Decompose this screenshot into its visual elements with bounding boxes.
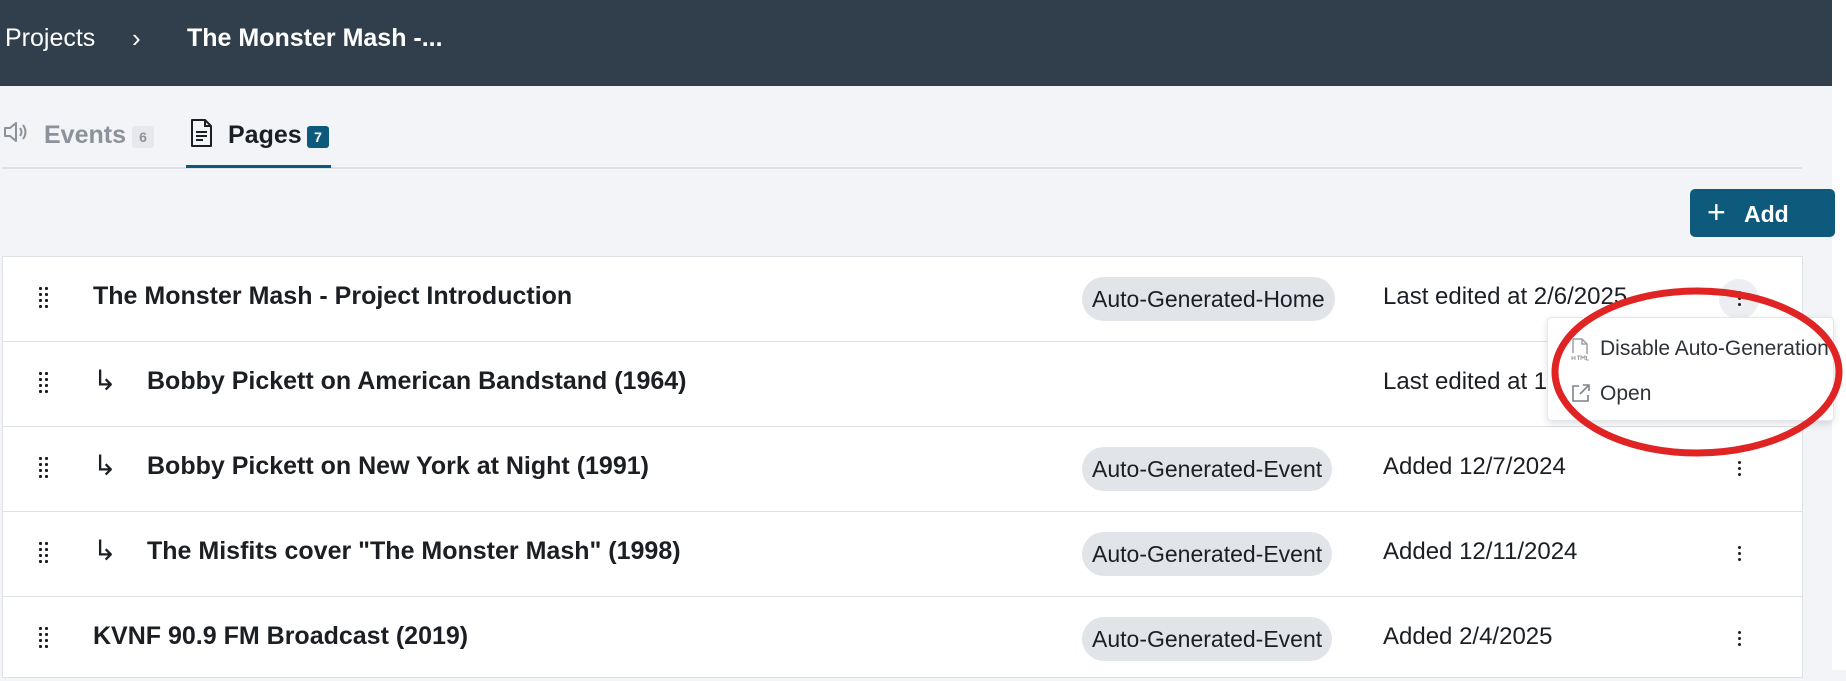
page-status: Last edited at 1 bbox=[1383, 368, 1548, 395]
row-options-menu: Disable Auto-Generation Open bbox=[1547, 317, 1834, 421]
page-status: Last edited at 2/6/2025 bbox=[1383, 283, 1628, 310]
drag-handle-icon[interactable] bbox=[39, 627, 49, 653]
page-status: Added 12/11/2024 bbox=[1383, 538, 1578, 565]
page-type-tag: Auto-Generated-Event bbox=[1082, 447, 1333, 491]
more-options-icon[interactable] bbox=[1719, 534, 1759, 574]
menu-item-disable-auto-generation[interactable]: Disable Auto-Generation bbox=[1548, 325, 1833, 369]
page-title[interactable]: The Misfits cover "The Monster Mash" (19… bbox=[147, 537, 681, 566]
active-tab-indicator bbox=[186, 165, 331, 168]
pages-list: The Monster Mash - Project Introduction … bbox=[2, 256, 1803, 678]
page-type-tag: Auto-Generated-Home bbox=[1082, 277, 1335, 321]
tab-pages-label: Pages bbox=[228, 121, 302, 149]
child-arrow-icon: ↳ bbox=[93, 365, 117, 396]
page-type-tag: Auto-Generated-Event bbox=[1082, 532, 1333, 576]
drag-handle-icon[interactable] bbox=[39, 457, 49, 483]
add-button-label: Add bbox=[1744, 201, 1789, 227]
more-options-icon[interactable] bbox=[1719, 279, 1759, 319]
html-file-icon bbox=[1570, 337, 1590, 366]
page-title[interactable]: Bobby Pickett on New York at Night (1991… bbox=[147, 452, 649, 481]
menu-item-label: Open bbox=[1600, 382, 1652, 405]
list-item[interactable]: ↳ The Misfits cover "The Monster Mash" (… bbox=[3, 512, 1802, 597]
list-item[interactable]: ↳ Bobby Pickett on New York at Night (19… bbox=[3, 427, 1802, 512]
page-title[interactable]: KVNF 90.9 FM Broadcast (2019) bbox=[93, 622, 468, 651]
speaker-icon bbox=[2, 117, 32, 152]
document-icon bbox=[186, 117, 216, 154]
page-title[interactable]: The Monster Mash - Project Introduction bbox=[93, 282, 572, 311]
child-arrow-icon: ↳ bbox=[93, 450, 117, 481]
scrollbar-track bbox=[1832, 0, 1846, 670]
top-bar: Projects › The Monster Mash -... bbox=[0, 0, 1832, 86]
list-item[interactable]: KVNF 90.9 FM Broadcast (2019) Auto-Gener… bbox=[3, 597, 1802, 681]
page-status: Added 2/4/2025 bbox=[1383, 623, 1553, 650]
tab-events-count-badge: 6 bbox=[132, 126, 154, 148]
page-title[interactable]: Bobby Pickett on American Bandstand (196… bbox=[147, 367, 686, 396]
external-link-icon bbox=[1570, 382, 1592, 409]
breadcrumb-projects-link[interactable]: Projects bbox=[5, 24, 95, 53]
menu-item-label: Disable Auto-Generation bbox=[1600, 337, 1829, 360]
more-options-icon[interactable] bbox=[1719, 619, 1759, 659]
add-page-button[interactable]: + Add bbox=[1690, 189, 1835, 237]
page-type-tag: Auto-Generated-Event bbox=[1082, 617, 1333, 661]
drag-handle-icon[interactable] bbox=[39, 372, 49, 398]
menu-item-open[interactable]: Open bbox=[1548, 370, 1833, 414]
list-item[interactable]: ↳ Bobby Pickett on American Bandstand (1… bbox=[3, 342, 1802, 427]
list-item[interactable]: The Monster Mash - Project Introduction … bbox=[3, 257, 1802, 342]
breadcrumb-current-project: The Monster Mash -... bbox=[187, 24, 443, 52]
drag-handle-icon[interactable] bbox=[39, 287, 49, 313]
page-status: Added 12/7/2024 bbox=[1383, 453, 1566, 480]
breadcrumb-separator: › bbox=[132, 23, 141, 53]
more-options-icon[interactable] bbox=[1719, 449, 1759, 489]
child-arrow-icon: ↳ bbox=[93, 535, 117, 566]
plus-icon: + bbox=[1707, 194, 1726, 230]
tab-pages-count-badge: 7 bbox=[307, 126, 329, 148]
drag-handle-icon[interactable] bbox=[39, 542, 49, 568]
tab-events-label: Events bbox=[44, 121, 126, 149]
